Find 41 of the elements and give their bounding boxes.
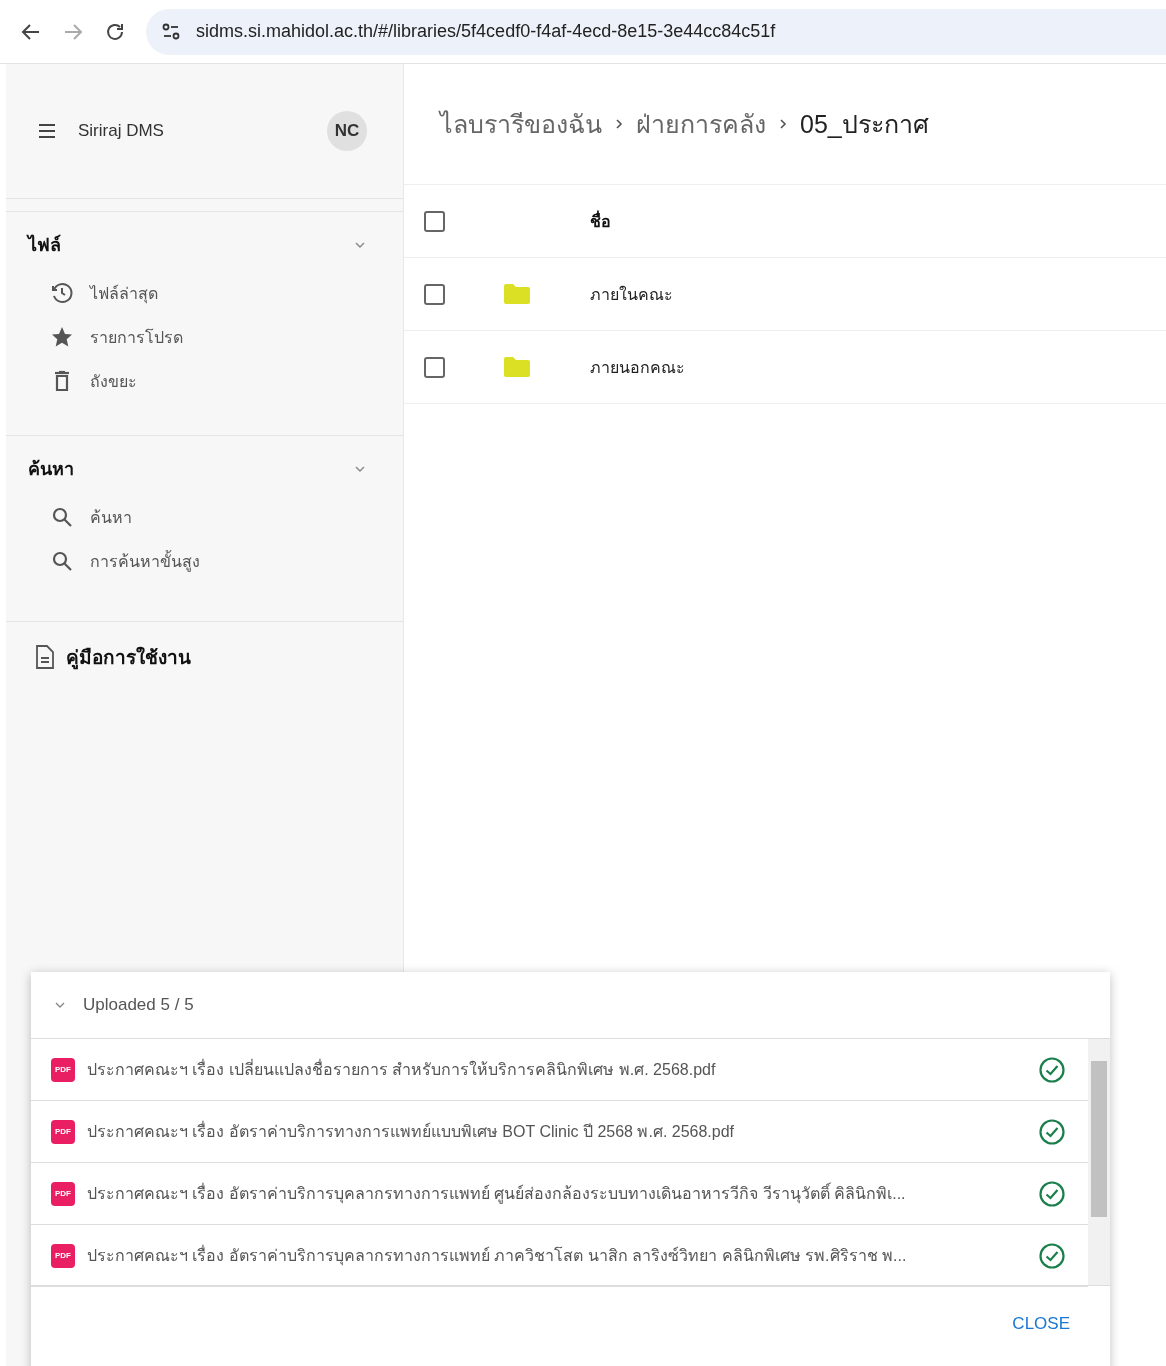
folder-name[interactable]: ภายในคณะ bbox=[590, 281, 1166, 307]
file-type-badge: PDF bbox=[51, 1057, 75, 1082]
url-text: sidms.si.mahidol.ac.th/#/libraries/5f4cedf0-f4af-4ecd-8e15-3e44cc84c51f bbox=[196, 21, 776, 42]
nav-item[interactable]: ค้นหา bbox=[28, 495, 132, 539]
nav-item[interactable]: ไฟล์ล่าสุด bbox=[28, 271, 158, 315]
app-title: Siriraj DMS bbox=[78, 121, 165, 141]
search-icon bbox=[50, 549, 74, 573]
checkbox[interactable] bbox=[424, 356, 445, 378]
manual-link[interactable]: คู่มือการใช้งาน bbox=[6, 621, 403, 692]
search-icon bbox=[50, 505, 74, 529]
chevron-right-icon bbox=[778, 118, 788, 130]
file-type-badge: PDF bbox=[51, 1119, 75, 1144]
file-name: ประกาศคณะฯ เรื่อง อัตราค่าบริการทางการแพทย์แบบพิเศษ BOT Clinic ปี 2568 พ.ศ. 2568.pdf bbox=[87, 1120, 736, 1142]
folder-icon bbox=[504, 357, 530, 377]
file-type-badge: PDF bbox=[51, 1243, 75, 1268]
chevron-right-icon bbox=[614, 118, 624, 130]
breadcrumb-link[interactable]: ฝ่ายการคลัง bbox=[636, 104, 766, 144]
file-name: ประกาศคณะฯ เรื่อง เปลี่ยนแปลงชื่อรายการ สำหรับการให้บริการคลินิกพิเศษ พ.ศ. 2568.pdf bbox=[87, 1058, 717, 1080]
breadcrumb-link[interactable]: 05_ประกาศ bbox=[800, 104, 929, 144]
file-name: ประกาศคณะฯ เรื่อง อัตราค่าบริการบุคลากรทางการแพทย์ ภาควิชาโสต นาสิก ลาริงซ์วิทยา คลินิกพิเศษ รพ.ศิริราช พ... bbox=[87, 1244, 908, 1268]
nav-item[interactable]: การค้นหาขั้นสูง bbox=[28, 539, 200, 583]
breadcrumb-link[interactable]: ไลบรารีของฉัน bbox=[440, 104, 602, 144]
column-header[interactable]: ชื่อ bbox=[590, 208, 1166, 234]
upload-status: Uploaded 5 / 5 bbox=[83, 995, 194, 1015]
document-icon bbox=[34, 644, 56, 670]
star-icon bbox=[50, 325, 74, 349]
folder-name[interactable]: ภายนอกคณะ bbox=[590, 354, 1166, 380]
address-bar[interactable]: sidms.si.mahidol.ac.th/#/libraries/5f4cedf0-f4af-4ecd-8e15-3e44cc84c51f bbox=[146, 8, 1166, 55]
checkbox[interactable] bbox=[424, 210, 445, 232]
close-button[interactable]: CLOSE bbox=[1010, 1310, 1072, 1338]
checkbox[interactable] bbox=[424, 283, 445, 305]
scrollbar[interactable] bbox=[1088, 1039, 1110, 1285]
file-type-badge: PDF bbox=[51, 1181, 75, 1206]
folder-icon bbox=[504, 284, 530, 304]
section-title: ค้นหา bbox=[28, 458, 74, 481]
nav-item[interactable]: รายการโปรด bbox=[28, 315, 183, 359]
file-name: ประกาศคณะฯ เรื่อง อัตราค่าบริการบุคลากรทางการแพทย์ ศูนย์ส่องกล้องระบบทางเดินอาหารวีกิจ วีรานุวัตติ์ คิลินิกพิเ... bbox=[87, 1181, 1026, 1206]
nav-item[interactable]: ถังขยะ bbox=[28, 359, 137, 403]
user-avatar[interactable]: NC bbox=[327, 111, 367, 151]
section-title: ไฟล์ bbox=[28, 233, 61, 257]
clock-icon bbox=[50, 281, 74, 305]
